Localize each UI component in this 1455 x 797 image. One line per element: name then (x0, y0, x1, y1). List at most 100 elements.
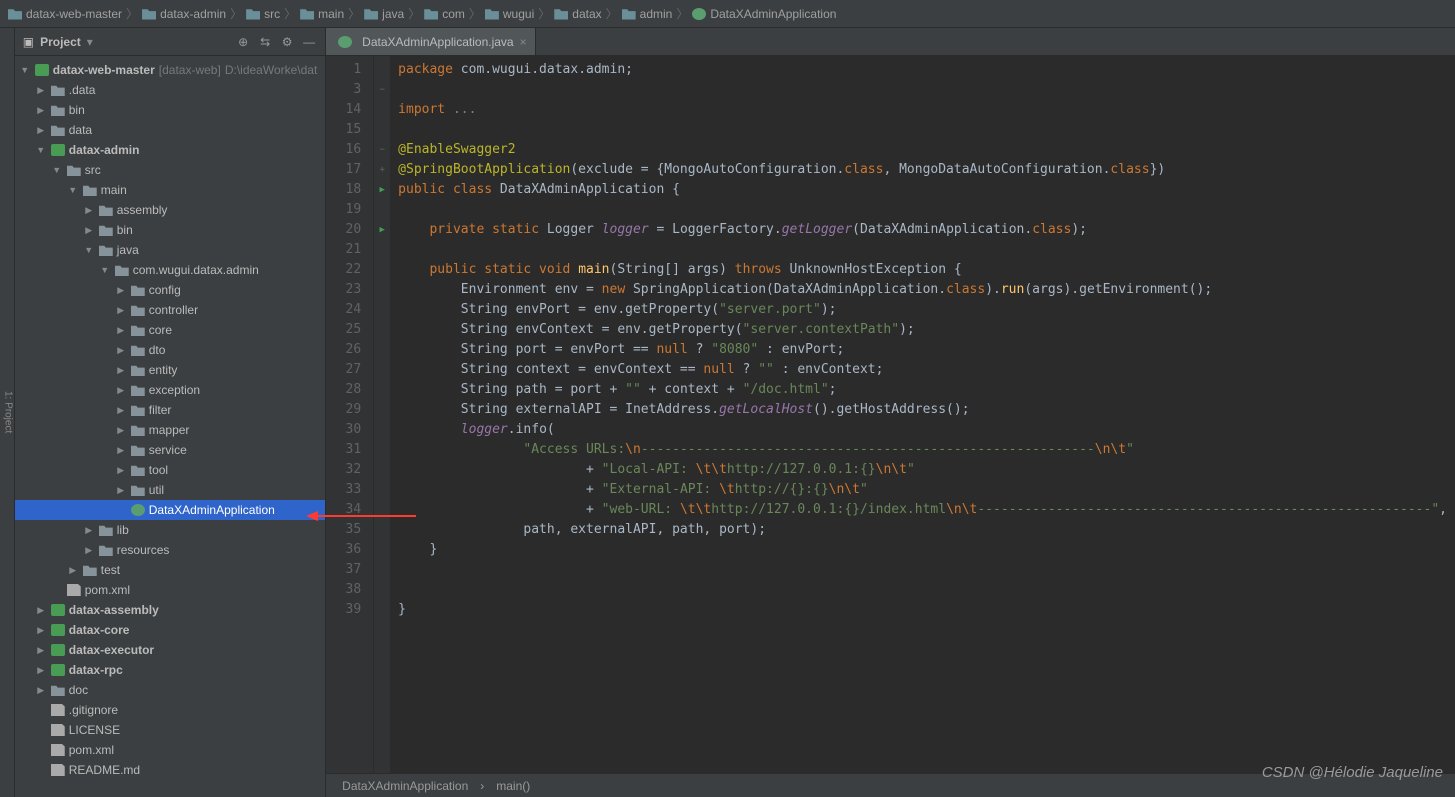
tree-item[interactable]: ▶.data (15, 80, 325, 100)
tree-item[interactable]: .gitignore (15, 700, 325, 720)
tree-arrow-icon[interactable]: ▶ (35, 645, 47, 656)
code-area[interactable]: package com.wugui.datax.admin; import ..… (390, 56, 1455, 773)
tree-item[interactable]: ▶filter (15, 400, 325, 420)
breadcrumb-item[interactable]: wugui (485, 7, 534, 21)
tree-item[interactable]: ▼ com.wugui.datax.admin (15, 260, 325, 280)
tree-arrow-icon[interactable]: ▶ (115, 345, 127, 356)
tree-item[interactable]: ▶datax-assembly (15, 600, 325, 620)
tree-item[interactable]: ▶bin (15, 220, 325, 240)
tree-item[interactable]: ▶resources (15, 540, 325, 560)
tree-arrow-icon[interactable]: ▶ (83, 545, 95, 556)
folder2 (67, 164, 81, 176)
tree-item[interactable]: ▶bin (15, 100, 325, 120)
tree-item[interactable]: LICENSE (15, 720, 325, 740)
tree-item-label: src (85, 163, 101, 177)
tree-arrow-icon[interactable]: ▶ (115, 485, 127, 496)
project-icon: ▣ (23, 35, 34, 49)
tree-arrow-icon[interactable]: ▶ (83, 225, 95, 236)
tree-item[interactable]: ▶tool (15, 460, 325, 480)
folder2 (131, 304, 145, 316)
tree-item-label: datax-admin (69, 143, 140, 157)
tree-item[interactable]: ▶ service (15, 440, 325, 460)
tree-item[interactable]: ▶ config (15, 280, 325, 300)
tree-item[interactable]: pom.xml (15, 740, 325, 760)
tree-item[interactable]: ▶exception (15, 380, 325, 400)
tree-arrow-icon[interactable]: ▶ (35, 685, 47, 696)
tree-arrow-icon[interactable]: ▶ (67, 565, 79, 576)
tree-arrow-icon[interactable]: ▶ (35, 105, 47, 116)
breadcrumb-item[interactable]: com (424, 7, 465, 21)
tree-item-label: service (149, 443, 187, 457)
breadcrumb-item[interactable]: java (364, 7, 404, 21)
tree-arrow-icon[interactable]: ▶ (35, 665, 47, 676)
breadcrumb-item[interactable]: DataXAdminApplication (692, 7, 836, 21)
breadcrumb-item[interactable]: datax (554, 7, 601, 21)
tree-arrow-icon[interactable]: ▶ (83, 205, 95, 216)
tree-item[interactable]: ▶entity (15, 360, 325, 380)
tree-item[interactable]: ▼main (15, 180, 325, 200)
tree-arrow-icon[interactable]: ▶ (115, 305, 127, 316)
tree-arrow-icon[interactable]: ▶ (35, 85, 47, 96)
tree-item-label: README.md (69, 763, 140, 777)
close-icon[interactable]: × (520, 35, 527, 49)
dropdown-icon[interactable]: ▾ (87, 35, 93, 49)
tree-arrow-icon[interactable]: ▼ (99, 265, 111, 275)
breadcrumb-item[interactable]: admin (622, 7, 673, 21)
tree-item-label: config (149, 283, 181, 297)
tree-item-label: doc (69, 683, 88, 697)
tree-item[interactable]: ▶dto (15, 340, 325, 360)
tree-arrow-icon[interactable]: ▶ (83, 525, 95, 536)
breadcrumb-item[interactable]: datax-web-master (8, 7, 122, 21)
breadcrumb-item[interactable]: src (246, 7, 280, 21)
watermark: CSDN @Hélodie Jaqueline (1262, 764, 1443, 781)
project-tree[interactable]: ▼datax-web-master[datax-web]D:\ideaWorke… (15, 56, 325, 797)
tree-arrow-icon[interactable]: ▶ (35, 605, 47, 616)
tree-item[interactable]: ▶mapper (15, 420, 325, 440)
collapse-icon[interactable]: ⇆ (257, 34, 273, 50)
editor-body[interactable]: 1314151617181920212223242526272829303132… (326, 56, 1455, 773)
tree-item[interactable]: ▶ doc (15, 680, 325, 700)
tree-arrow-icon[interactable]: ▶ (115, 325, 127, 336)
gear-icon[interactable]: ⚙ (279, 34, 295, 50)
breadcrumb-item[interactable]: datax-admin (142, 7, 226, 21)
tree-arrow-icon[interactable]: ▶ (115, 285, 127, 296)
tree-item[interactable]: ▶lib (15, 520, 325, 540)
tree-item[interactable]: ▼ src (15, 160, 325, 180)
tree-item[interactable]: ▶assembly (15, 200, 325, 220)
folder2 (131, 444, 145, 456)
tree-item[interactable]: ▶datax-rpc (15, 660, 325, 680)
tree-item[interactable]: README.md (15, 760, 325, 780)
tree-item[interactable]: DataXAdminApplication (15, 500, 325, 520)
tree-arrow-icon[interactable]: ▶ (115, 365, 127, 376)
tree-item[interactable]: ▶controller (15, 300, 325, 320)
tree-arrow-icon[interactable]: ▶ (115, 445, 127, 456)
project-header: ▣ Project ▾ ⊕ ⇆ ⚙ — (15, 28, 325, 56)
tab-file[interactable]: DataXAdminApplication.java × (326, 28, 535, 55)
tree-item[interactable]: ▶util (15, 480, 325, 500)
left-tool-strip[interactable]: 1: Project (0, 28, 15, 797)
tree-root[interactable]: ▼datax-web-master[datax-web]D:\ideaWorke… (15, 60, 325, 80)
tree-arrow-icon[interactable]: ▶ (115, 425, 127, 436)
tree-item-label: com.wugui.datax.admin (133, 263, 259, 277)
tree-item[interactable]: ▼ datax-admin (15, 140, 325, 160)
tree-item[interactable]: ▶ test (15, 560, 325, 580)
tree-arrow-icon[interactable]: ▶ (35, 625, 47, 636)
tree-arrow-icon[interactable]: ▼ (35, 145, 47, 155)
tree-item[interactable]: ▼java (15, 240, 325, 260)
tree-arrow-icon[interactable]: ▶ (115, 405, 127, 416)
tree-arrow-icon[interactable]: ▶ (115, 465, 127, 476)
tree-arrow-icon[interactable]: ▼ (67, 185, 79, 195)
hide-icon[interactable]: — (301, 34, 317, 50)
tree-item[interactable]: pom.xml (15, 580, 325, 600)
locate-icon[interactable]: ⊕ (235, 34, 251, 50)
tree-arrow-icon[interactable]: ▼ (83, 245, 95, 255)
tree-arrow-icon[interactable]: ▶ (35, 125, 47, 136)
tree-arrow-icon[interactable]: ▼ (51, 165, 63, 175)
tree-item[interactable]: ▶datax-executor (15, 640, 325, 660)
tree-arrow-icon[interactable]: ▶ (115, 385, 127, 396)
tree-item-label: test (101, 563, 120, 577)
breadcrumb-item[interactable]: main (300, 7, 344, 21)
tree-item[interactable]: ▶data (15, 120, 325, 140)
tree-item[interactable]: ▶core (15, 320, 325, 340)
tree-item[interactable]: ▶datax-core (15, 620, 325, 640)
